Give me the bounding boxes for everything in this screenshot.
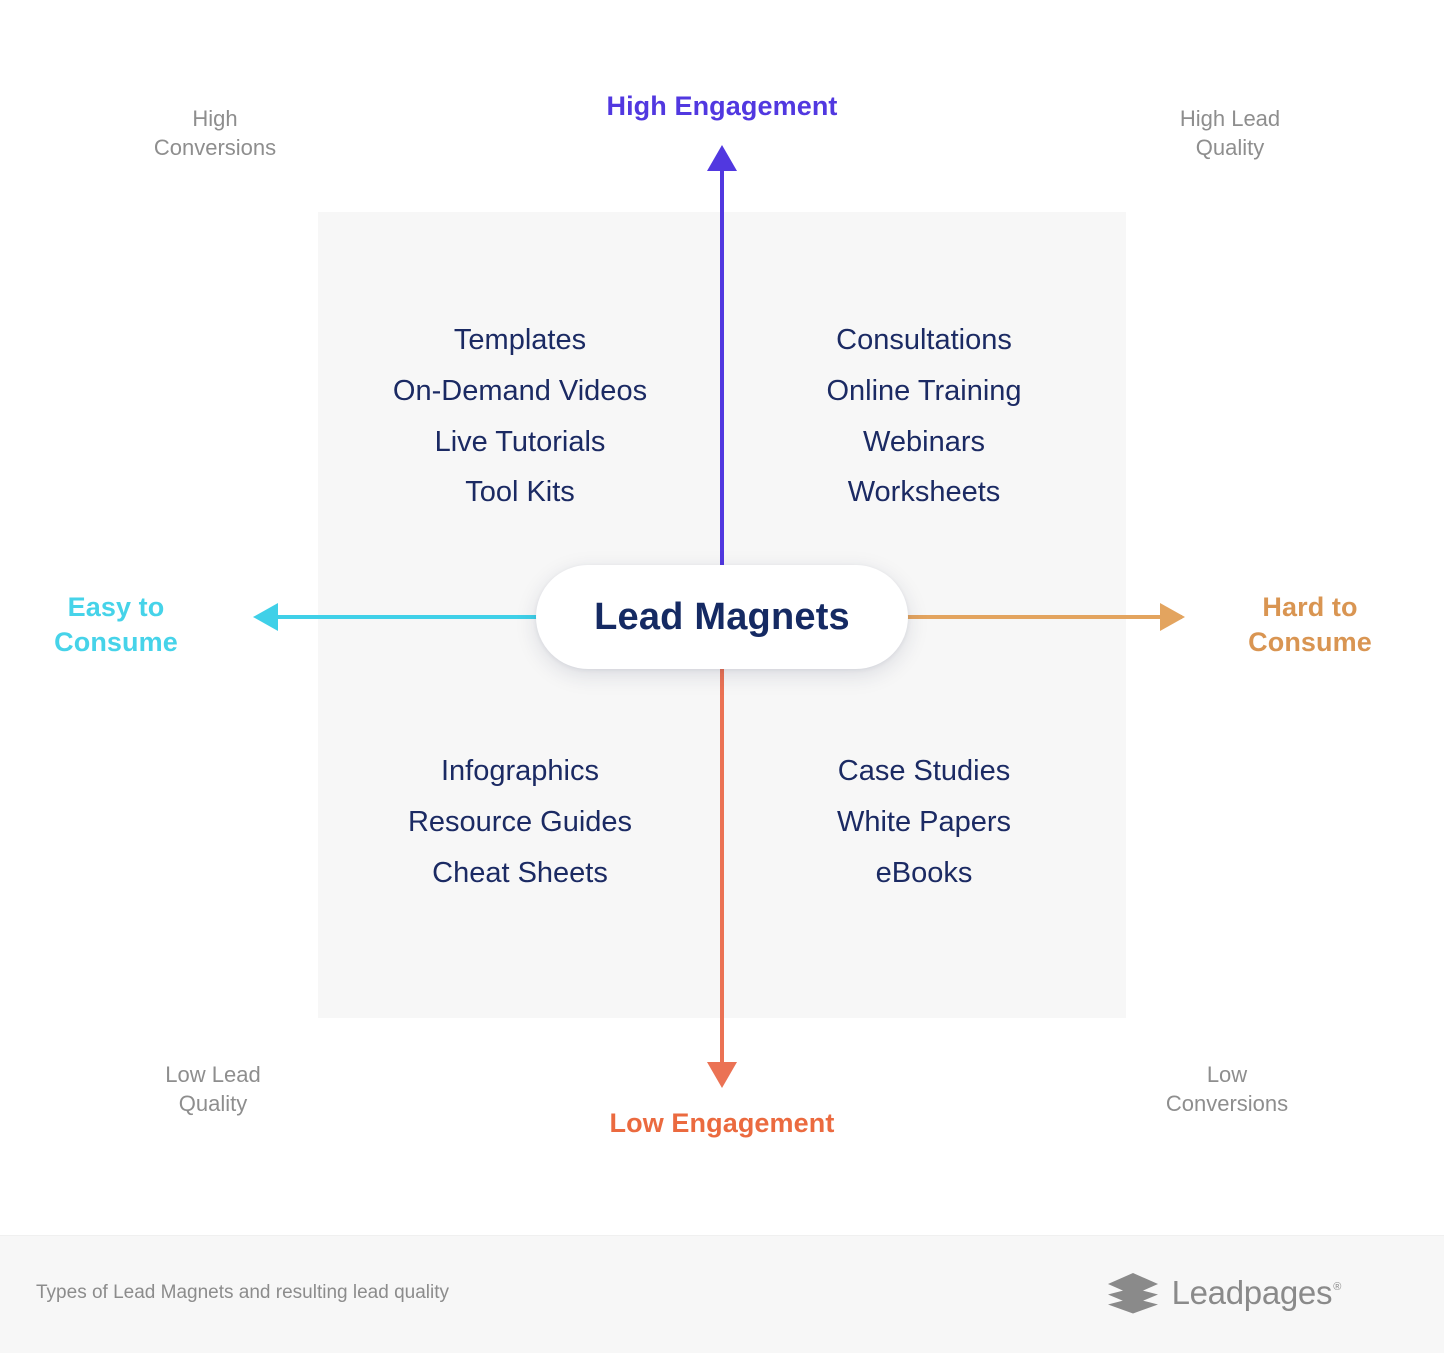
quadrant-item: Tool Kits bbox=[465, 476, 575, 509]
quadrant-item: Live Tutorials bbox=[434, 425, 606, 458]
arrow-down-icon bbox=[707, 1062, 737, 1088]
corner-label-low-lead-quality: Low Lead Quality bbox=[165, 1062, 261, 1116]
quadrant-item: Resource Guides bbox=[407, 805, 633, 838]
corner-label-low-conversions: Low Conversions bbox=[1165, 1062, 1289, 1116]
leadpages-layers-icon bbox=[1107, 1273, 1158, 1314]
quadrant-item: On-Demand Videos bbox=[392, 374, 648, 407]
axis-label-hard-to-consume: Hard to Consume bbox=[1248, 592, 1372, 657]
quadrant-top-left: Templates On-Demand Videos Live Tutorial… bbox=[320, 315, 720, 518]
quadrant-item: Cheat Sheets bbox=[432, 856, 608, 889]
corner-label-high-conversions: High Conversions bbox=[153, 106, 277, 160]
quadrant-item: Infographics bbox=[441, 755, 599, 787]
quadrant-bottom-right: Case Studies White Papers eBooks bbox=[724, 746, 1124, 898]
quadrant-item: Worksheets bbox=[847, 476, 1001, 509]
quadrant-item: eBooks bbox=[875, 856, 973, 889]
center-node-label: Lead Magnets bbox=[594, 595, 850, 638]
quadrant-top-right: Consultations Online Training Webinars W… bbox=[724, 315, 1124, 518]
footer-bar: Types of Lead Magnets and resulting lead… bbox=[0, 1235, 1444, 1353]
footer-caption: Types of Lead Magnets and resulting lead… bbox=[36, 1282, 449, 1303]
brand-name: Leadpages® bbox=[1171, 1274, 1342, 1312]
quadrant-item: Webinars bbox=[863, 425, 985, 458]
axis-label-easy-to-consume: Easy to Consume bbox=[54, 592, 178, 657]
quadrant-item: Case Studies bbox=[837, 755, 1011, 787]
arrow-left-icon bbox=[253, 603, 278, 631]
quadrant-item: Online Training bbox=[826, 374, 1022, 407]
lead-magnet-quadrant-diagram: High Engagement Low Engagement Easy to C… bbox=[0, 0, 1444, 1235]
brand-lockup: Leadpages® bbox=[1107, 1272, 1342, 1314]
corner-label-high-lead-quality: High Lead Quality bbox=[1179, 106, 1281, 160]
quadrant-bottom-left: Infographics Resource Guides Cheat Sheet… bbox=[320, 746, 720, 898]
quadrant-item: Consultations bbox=[836, 324, 1012, 356]
center-node-lead-magnets: Lead Magnets bbox=[536, 565, 908, 669]
arrow-right-icon bbox=[1160, 603, 1185, 631]
quadrant-item: White Papers bbox=[836, 805, 1012, 838]
registered-mark: ® bbox=[1333, 1281, 1341, 1293]
brand-name-text: Leadpages bbox=[1171, 1274, 1333, 1311]
quadrant-item: Templates bbox=[453, 324, 587, 356]
arrow-up-icon bbox=[707, 145, 737, 171]
